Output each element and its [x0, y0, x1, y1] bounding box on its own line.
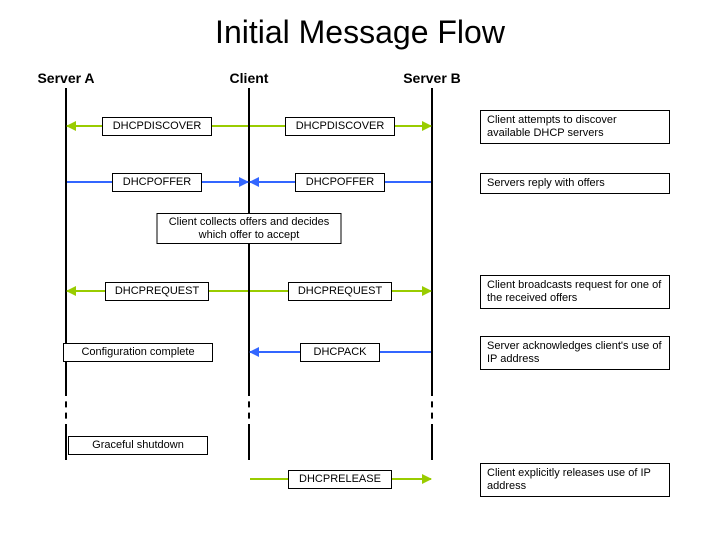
msg-offer-b: DHCPOFFER: [295, 173, 385, 192]
msg-offer-a: DHCPOFFER: [112, 173, 202, 192]
note-release: Client explicitly releases use of IP add…: [480, 463, 670, 497]
actor-server-b: Server B: [403, 70, 461, 86]
note-request: Client broadcasts request for one of the…: [480, 275, 670, 309]
msg-request-b: DHCPREQUEST: [288, 282, 392, 301]
msg-release: DHCPRELEASE: [288, 470, 392, 489]
note-discover: Client attempts to discover available DH…: [480, 110, 670, 144]
msg-ack: DHCPACK: [300, 343, 380, 362]
box-graceful-shutdown: Graceful shutdown: [68, 436, 208, 455]
actor-server-a: Server A: [37, 70, 94, 86]
lifeline-server-b-tail: [431, 430, 433, 460]
note-ack: Server acknowledges client's use of IP a…: [480, 336, 670, 370]
note-offer: Servers reply with offers: [480, 173, 670, 194]
actor-client: Client: [230, 70, 269, 86]
lifeline-server-b: [431, 88, 433, 390]
msg-discover-a: DHCPDISCOVER: [102, 117, 212, 136]
box-collect: Client collects offers and decides which…: [157, 213, 342, 244]
diagram-title: Initial Message Flow: [0, 14, 720, 51]
msg-request-a: DHCPREQUEST: [105, 282, 209, 301]
msg-discover-b: DHCPDISCOVER: [285, 117, 395, 136]
box-config-complete: Configuration complete: [63, 343, 213, 362]
lifeline-server-a-tail: [65, 430, 67, 460]
lifeline-client-tail: [248, 430, 250, 460]
